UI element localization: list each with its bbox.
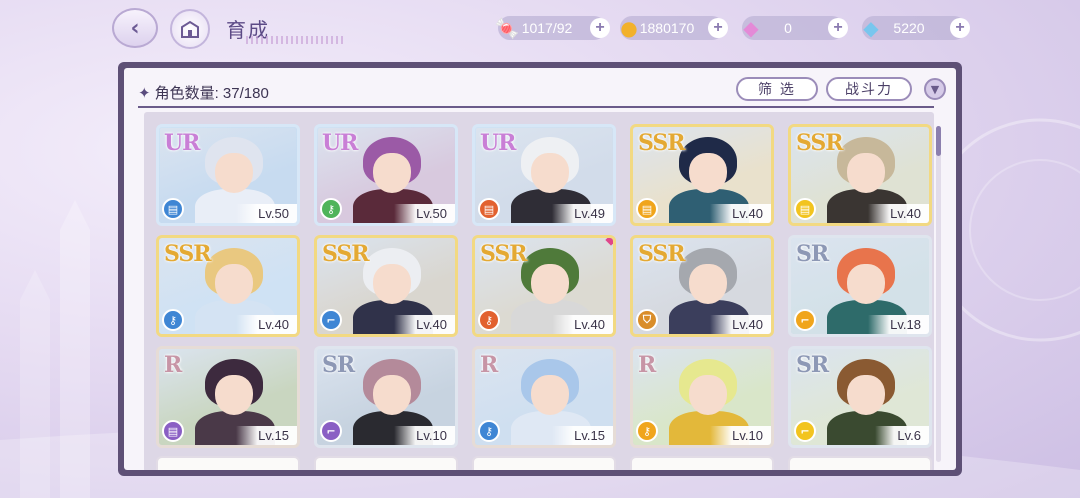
sparkle-icon: ✦ — [138, 85, 151, 102]
rarity-badge: UR — [164, 130, 200, 156]
rarity-badge: SR — [322, 352, 355, 378]
header-divider — [138, 106, 934, 108]
character-count: ✦ 角色数量: 37/180 — [138, 82, 269, 103]
rarity-badge: SSR — [480, 241, 528, 267]
pink-diamond-icon: ◆ — [743, 16, 759, 40]
character-card[interactable] — [472, 456, 616, 470]
level-label: Lv.40 — [236, 315, 297, 334]
character-panel: ✦ 角色数量: 37/180 筛 选 战斗力 ▼ UR ▤ Lv.50 UR ⚷ Lv.50… — [118, 62, 962, 476]
character-card[interactable]: SR ⌐ Lv.18 — [788, 235, 932, 337]
scroll-icon: ▤ — [794, 198, 816, 220]
key-icon: ⚷ — [162, 309, 184, 331]
rarity-badge: R — [638, 352, 656, 378]
character-card[interactable]: R ▤ Lv.15 — [156, 346, 300, 448]
character-card[interactable]: SR ⌐ Lv.10 — [314, 346, 458, 448]
shield-icon: ⛉ — [636, 309, 658, 331]
level-label: Lv.49 — [552, 204, 613, 223]
boot-icon: ⌐ — [794, 309, 816, 331]
rarity-badge: SSR — [164, 241, 212, 267]
character-card[interactable]: SSR ⚷ Lv.40 — [156, 235, 300, 337]
character-card[interactable]: SSR ⛉ Lv.40 — [630, 235, 774, 337]
rarity-badge: SSR — [638, 241, 686, 267]
scroll-icon: ▤ — [636, 198, 658, 220]
sort-order-toggle[interactable]: ▼ — [924, 78, 946, 100]
chevron-down-icon: ▼ — [930, 82, 940, 96]
level-label: Lv.40 — [394, 315, 455, 334]
character-count-value: 37/180 — [222, 85, 269, 102]
character-card[interactable]: SSR ▤ Lv.40 — [788, 124, 932, 226]
level-label: Lv.40 — [710, 315, 771, 334]
level-label: Lv.10 — [710, 426, 771, 445]
boot-icon: ⌐ — [320, 420, 342, 442]
character-card[interactable] — [156, 456, 300, 470]
resource-pink-diamond: ◆ 0 + — [742, 16, 848, 40]
scrollbar[interactable] — [936, 126, 941, 462]
character-card[interactable]: UR ▤ Lv.50 — [156, 124, 300, 226]
rarity-badge: SSR — [322, 241, 370, 267]
scroll-icon: ▤ — [162, 420, 184, 442]
boot-icon: ⌐ — [320, 309, 342, 331]
character-card[interactable]: SSR ⌐ Lv.40 — [314, 235, 458, 337]
rarity-badge: SSR — [638, 130, 686, 156]
character-count-label: 角色数量: — [154, 85, 219, 102]
key-icon: ⚷ — [478, 309, 500, 331]
rarity-badge: SR — [796, 241, 829, 267]
key-icon: ⚷ — [636, 420, 658, 442]
resource-gold: ● 1880170 + — [620, 16, 728, 40]
level-label: Lv.15 — [552, 426, 613, 445]
coin-icon: ● — [620, 16, 638, 40]
character-grid[interactable]: UR ▤ Lv.50 UR ⚷ Lv.50 UR ▤ Lv.49 SSR ▤ Lv.40 SSR ▤ Lv.… — [144, 112, 934, 470]
level-label: Lv.40 — [710, 204, 771, 223]
home-button[interactable] — [170, 9, 210, 49]
character-card[interactable]: SSR ▤ Lv.40 — [630, 124, 774, 226]
rarity-badge: SR — [796, 352, 829, 378]
key-icon: ⚷ — [320, 198, 342, 220]
resource-candy: 🍬 1017/92 + — [495, 16, 610, 40]
sort-button[interactable]: 战斗力 — [826, 77, 912, 101]
castle-icon — [181, 20, 199, 38]
level-label: Lv.15 — [236, 426, 297, 445]
character-card[interactable] — [314, 456, 458, 470]
add-candy-button[interactable]: + — [590, 18, 610, 38]
add-diamond-button[interactable]: + — [950, 18, 970, 38]
character-card[interactable]: SR ⌐ Lv.6 — [788, 346, 932, 448]
back-button[interactable]: ‹ — [112, 8, 158, 48]
boot-icon: ⌐ — [794, 420, 816, 442]
scroll-icon: ▤ — [162, 198, 184, 220]
candy-icon: 🍬 — [494, 16, 520, 40]
rarity-badge: UR — [480, 130, 516, 156]
rarity-badge: R — [164, 352, 182, 378]
character-card[interactable]: SSR ⚷ Lv.40 — [472, 235, 616, 337]
level-label: Lv.6 — [875, 426, 929, 445]
level-label: Lv.10 — [394, 426, 455, 445]
character-card[interactable] — [788, 456, 932, 470]
character-card[interactable]: R ⚷ Lv.15 — [472, 346, 616, 448]
scrollbar-thumb[interactable] — [936, 126, 941, 156]
rarity-badge: SSR — [796, 130, 844, 156]
add-gold-button[interactable]: + — [708, 18, 728, 38]
level-label: Lv.50 — [236, 204, 297, 223]
key-icon: ⚷ — [478, 420, 500, 442]
filter-button[interactable]: 筛 选 — [736, 77, 818, 101]
level-label: Lv.40 — [868, 204, 929, 223]
resource-diamond: ◆ 5220 + — [862, 16, 970, 40]
rarity-badge: UR — [322, 130, 358, 156]
diamond-icon: ◆ — [863, 16, 879, 40]
level-label: Lv.18 — [868, 315, 929, 334]
scroll-icon: ▤ — [478, 198, 500, 220]
character-card[interactable]: UR ⚷ Lv.50 — [314, 124, 458, 226]
back-arrow-icon: ‹ — [130, 15, 140, 41]
level-label: Lv.50 — [394, 204, 455, 223]
level-label: Lv.40 — [552, 315, 613, 334]
character-card[interactable] — [630, 456, 774, 470]
add-pink-diamond-button[interactable]: + — [828, 18, 848, 38]
character-card[interactable]: R ⚷ Lv.10 — [630, 346, 774, 448]
character-card[interactable]: UR ▤ Lv.49 — [472, 124, 616, 226]
title-decoration — [246, 36, 346, 44]
rarity-badge: R — [480, 352, 498, 378]
